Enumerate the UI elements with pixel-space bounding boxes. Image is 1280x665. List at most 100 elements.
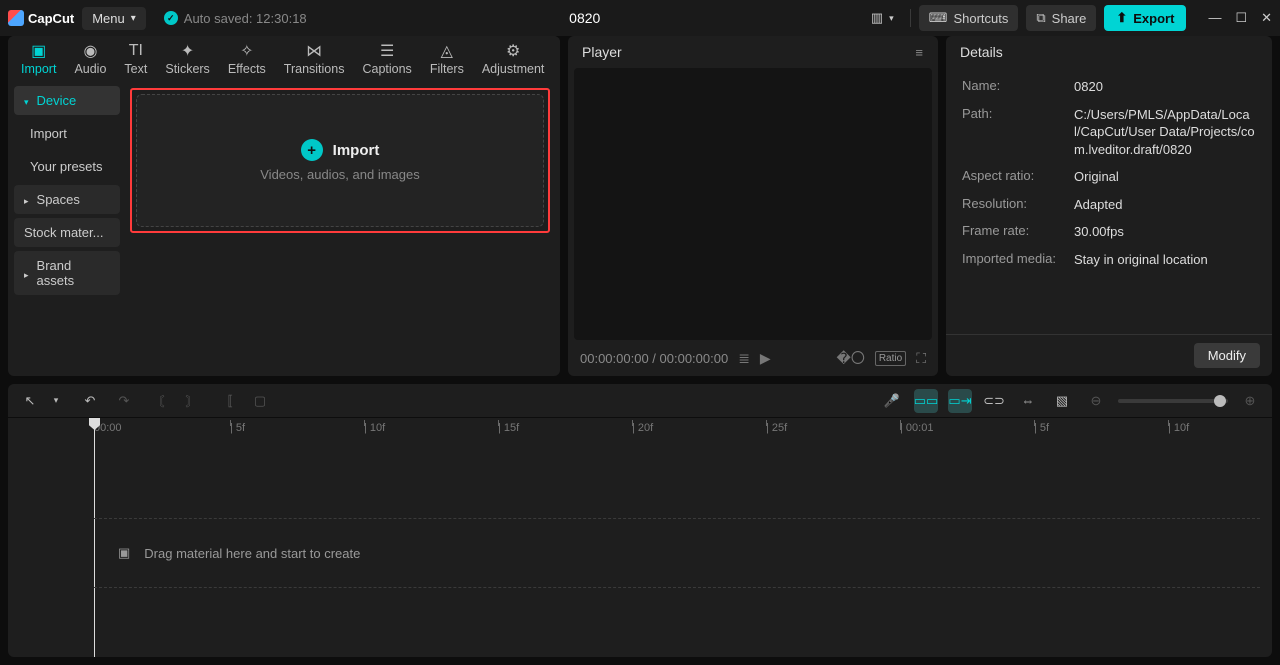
ruler-tick: | 20f [632, 422, 653, 434]
tab-audio[interactable]: ◉Audio [65, 42, 115, 80]
text-icon: T‌I [129, 42, 143, 60]
ratio-button[interactable]: Ratio [875, 351, 906, 366]
shortcuts-button[interactable]: ⌨ Shortcuts [919, 5, 1019, 31]
details-body: Name:0820 Path:C:/Users/PMLS/AppData/Loc… [946, 68, 1272, 334]
redo-button[interactable]: ↷ [112, 389, 136, 413]
import-icon: ▣ [31, 42, 46, 60]
import-dropzone[interactable]: + Import Videos, audios, and images [136, 94, 544, 227]
import-highlight: + Import Videos, audios, and images [130, 88, 550, 233]
cover-button[interactable]: ▧ [1050, 389, 1074, 413]
keyboard-icon: ⌨ [929, 10, 948, 26]
media-panel: ▣Import ◉Audio T‌IText ✦Stickers ✧Effect… [8, 36, 560, 376]
media-sidebar: Device Import Your presets Spaces Stock … [8, 80, 126, 376]
tab-effects[interactable]: ✧Effects [219, 42, 275, 80]
capcut-logo-icon [8, 10, 24, 26]
export-button[interactable]: ⬆ Export [1104, 5, 1186, 31]
tab-stickers[interactable]: ✦Stickers [156, 42, 218, 80]
nav-stock[interactable]: Stock mater... [14, 218, 120, 247]
delete-button[interactable]: ▢ [248, 389, 272, 413]
zoom-slider[interactable] [1118, 399, 1228, 403]
modify-button[interactable]: Modify [1194, 343, 1260, 368]
delete-right-button[interactable]: 〚 [214, 389, 238, 413]
detail-fps: Frame rate:30.00fps [962, 223, 1256, 241]
divider [910, 9, 911, 27]
record-voiceover-button[interactable]: 🎤 [880, 389, 904, 413]
import-row: + Import [301, 139, 380, 161]
zoom-in-button[interactable]: ⊕ [1238, 389, 1262, 413]
magnet-main-button[interactable]: ▭▭ [914, 389, 938, 413]
nav-spaces[interactable]: Spaces [14, 185, 120, 214]
titlebar: CapCut Menu ✓ Auto saved: 12:30:18 0820 … [0, 0, 1280, 36]
nav-import[interactable]: Import [14, 119, 120, 148]
player-canvas[interactable] [574, 68, 932, 340]
media-body: Device Import Your presets Spaces Stock … [8, 80, 560, 376]
close-button[interactable]: ✕ [1261, 10, 1272, 26]
details-panel: Details Name:0820 Path:C:/Users/PMLS/App… [946, 36, 1272, 376]
chevron-right-icon [24, 266, 33, 281]
compare-icon[interactable]: ≣ [738, 350, 750, 367]
player-panel: Player ≡ 00:00:00:00 / 00:00:00:00 ≣ ▶ �… [568, 36, 938, 376]
tab-filters[interactable]: ◬Filters [421, 42, 473, 80]
snapshot-icon[interactable]: �〇 [836, 348, 864, 368]
media-tabs: ▣Import ◉Audio T‌IText ✦Stickers ✧Effect… [8, 36, 560, 80]
app-name: CapCut [28, 11, 74, 26]
titlebar-right: ▥▾ ⌨ Shortcuts ⧉ Share ⬆ Export — ☐ ✕ [863, 5, 1272, 31]
audio-icon: ◉ [83, 42, 97, 60]
project-title: 0820 [315, 10, 855, 26]
timeline-body[interactable]: 00:00| 5f| 10f| 15f| 20f| 25f| 00:01| 5f… [8, 418, 1272, 657]
tab-import[interactable]: ▣Import [12, 42, 65, 80]
layout-button[interactable]: ▥▾ [863, 6, 902, 30]
detail-resolution: Resolution:Adapted [962, 196, 1256, 214]
menu-button[interactable]: Menu [82, 7, 146, 30]
import-title: Import [333, 142, 380, 159]
effects-icon: ✧ [240, 42, 253, 60]
timeline-ruler[interactable]: 00:00| 5f| 10f| 15f| 20f| 25f| 00:01| 5f… [8, 418, 1272, 442]
select-tool[interactable]: ↖ [18, 389, 42, 413]
nav-device[interactable]: Device [14, 86, 120, 115]
adjustment-icon: ⚙ [506, 42, 520, 60]
details-header: Details [946, 36, 1272, 68]
autosave-status: ✓ Auto saved: 12:30:18 [164, 11, 307, 26]
minimize-button[interactable]: — [1208, 10, 1221, 26]
undo-button[interactable]: ↶ [78, 389, 102, 413]
zoom-out-button[interactable]: ⊖ [1084, 389, 1108, 413]
ruler-tick: | 00:01 [900, 422, 933, 434]
tab-adjustment[interactable]: ⚙Adjustment [473, 42, 554, 80]
transitions-icon: ⋈ [306, 42, 322, 60]
share-icon: ⧉ [1036, 10, 1045, 26]
main-area: ▣Import ◉Audio T‌IText ✦Stickers ✧Effect… [0, 36, 1280, 376]
timeline-drop-area[interactable]: ▣ Drag material here and start to create [94, 518, 1260, 588]
media-content: + Import Videos, audios, and images [126, 80, 560, 376]
player-menu-icon[interactable]: ≡ [915, 45, 924, 60]
layout-icon: ▥ [871, 10, 883, 26]
preview-axis-button[interactable]: ⇔ [1016, 389, 1040, 413]
player-header: Player ≡ [568, 36, 938, 68]
ruler-tick: | 15f [498, 422, 519, 434]
nav-brand[interactable]: Brand assets [14, 251, 120, 295]
fullscreen-icon[interactable]: ⛶ [916, 350, 926, 367]
chevron-down-icon [24, 93, 33, 108]
details-title: Details [960, 44, 1003, 60]
play-button[interactable]: ▶ [760, 350, 771, 367]
select-mode-dropdown[interactable]: ▾ [44, 389, 68, 413]
tab-transitions[interactable]: ⋈Transitions [275, 42, 354, 80]
captions-icon: ☰ [380, 42, 394, 60]
zoom-thumb[interactable] [1214, 395, 1226, 407]
share-button[interactable]: ⧉ Share [1026, 5, 1096, 31]
tab-text[interactable]: T‌IText [115, 42, 156, 80]
detail-media: Imported media:Stay in original location [962, 251, 1256, 269]
nav-presets[interactable]: Your presets [14, 152, 120, 181]
magnet-snap-button[interactable]: ▭⇥ [948, 389, 972, 413]
tab-captions[interactable]: ☰Captions [353, 42, 420, 80]
window-controls: — ☐ ✕ [1208, 10, 1272, 26]
link-button[interactable]: ⊂⊃ [982, 389, 1006, 413]
maximize-button[interactable]: ☐ [1235, 10, 1247, 26]
ruler-tick: | 5f [230, 422, 245, 434]
import-subtitle: Videos, audios, and images [260, 167, 419, 182]
split-button[interactable]: 〘 [146, 389, 170, 413]
delete-left-button[interactable]: 〙 [180, 389, 204, 413]
ruler-tick: | 10f [364, 422, 385, 434]
ruler-tick: | 10f [1168, 422, 1189, 434]
ruler-tick: | 5f [1034, 422, 1049, 434]
stickers-icon: ✦ [181, 42, 194, 60]
